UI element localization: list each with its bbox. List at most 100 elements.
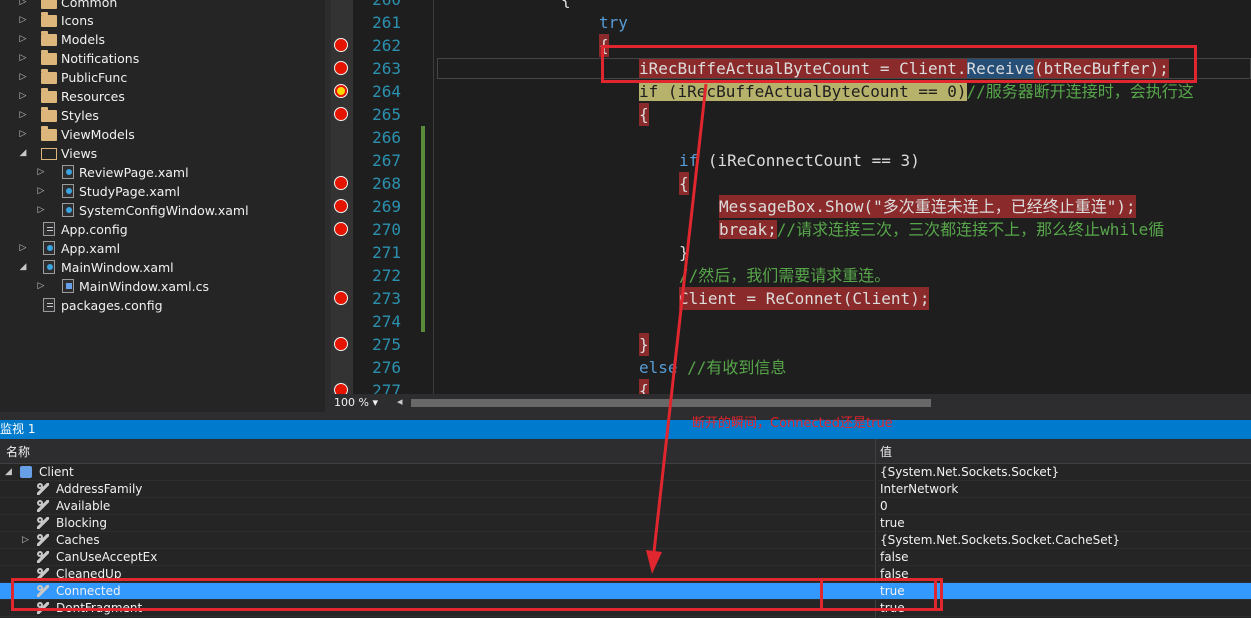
horizontal-scrollbar-thumb[interactable] bbox=[411, 399, 931, 407]
watch-row-canuseacceptex[interactable]: CanUseAcceptEx false bbox=[0, 549, 1251, 566]
watch-row-client[interactable]: ◢ Client {System.Net.Sockets.Socket} bbox=[0, 464, 1251, 481]
wrench-icon bbox=[37, 483, 49, 495]
code-line-261: try bbox=[599, 13, 628, 32]
chevron-right-icon[interactable]: ▷ bbox=[18, 239, 28, 258]
line-number: 272 bbox=[372, 266, 401, 285]
zoom-dropdown[interactable]: 100 % ▾ bbox=[334, 395, 378, 411]
cs-file-icon bbox=[62, 279, 74, 293]
folder-open-icon bbox=[41, 148, 57, 160]
xaml-file-icon bbox=[43, 260, 55, 274]
chevron-down-icon[interactable]: ◢ bbox=[5, 464, 12, 481]
wrench-icon bbox=[37, 517, 49, 529]
line-number: 261 bbox=[372, 13, 401, 32]
annotation-box-receive bbox=[601, 45, 1197, 83]
chevron-right-icon[interactable]: ▷ bbox=[18, 87, 28, 106]
line-number: 274 bbox=[372, 312, 401, 331]
chevron-right-icon[interactable]: ▷ bbox=[18, 30, 28, 49]
code-line-277: { bbox=[639, 379, 649, 394]
line-number: 276 bbox=[372, 358, 401, 377]
private-wrench-icon bbox=[37, 551, 49, 563]
line-number: 260 bbox=[353, 0, 401, 11]
code-line-271: } bbox=[679, 243, 689, 262]
chevron-down-icon[interactable]: ◢ bbox=[18, 258, 28, 277]
line-number: 265 bbox=[372, 105, 401, 124]
folder-icon bbox=[41, 107, 57, 122]
line-number: 264 bbox=[372, 82, 401, 101]
code-line-270: break;//请求连接三次，三次都连接不上，那么终止while循 bbox=[719, 220, 1165, 239]
code-line-275: } bbox=[639, 333, 649, 356]
chevron-right-icon[interactable]: ▷ bbox=[18, 49, 28, 68]
breakpoint-icon[interactable] bbox=[334, 291, 348, 305]
chevron-down-icon[interactable]: ◢ bbox=[18, 144, 28, 163]
folder-icon bbox=[41, 12, 57, 27]
column-header-value[interactable]: 值 bbox=[880, 443, 892, 460]
line-number: 277 bbox=[372, 381, 401, 394]
annotation-text: 断开的瞬间，Connected还是true bbox=[692, 416, 893, 431]
code-line-260: { bbox=[561, 0, 571, 11]
chevron-right-icon[interactable]: ▷ bbox=[22, 532, 29, 549]
breakpoint-icon[interactable] bbox=[334, 337, 348, 351]
breakpoint-icon[interactable] bbox=[334, 38, 348, 52]
xaml-file-icon bbox=[62, 203, 74, 217]
chevron-right-icon[interactable]: ▷ bbox=[18, 11, 28, 30]
watch-row-blocking[interactable]: Blocking true bbox=[0, 515, 1251, 532]
breakpoint-icon[interactable] bbox=[334, 176, 348, 190]
xaml-file-icon bbox=[43, 241, 55, 255]
chevron-right-icon[interactable]: ▷ bbox=[18, 68, 28, 87]
chevron-right-icon[interactable]: ▷ bbox=[36, 277, 46, 296]
watch-row-addressfamily[interactable]: AddressFamily InterNetwork bbox=[0, 481, 1251, 498]
line-number: 267 bbox=[372, 151, 401, 170]
folder-icon bbox=[41, 126, 57, 141]
watch-window-title[interactable]: 监视 1 bbox=[0, 420, 1251, 439]
breakpoint-gutter[interactable] bbox=[331, 0, 353, 394]
chevron-right-icon[interactable]: ▷ bbox=[36, 182, 46, 201]
code-line-276: else //有收到信息 bbox=[639, 358, 787, 377]
code-line-264: if (iRecBuffeActualByteCount == 0)//服务器断… bbox=[639, 82, 1194, 101]
line-number: 262 bbox=[372, 36, 401, 55]
line-number: 269 bbox=[372, 197, 401, 216]
line-number: 266 bbox=[372, 128, 401, 147]
current-statement-icon[interactable] bbox=[334, 84, 348, 98]
watch-title-text: 监视 1 bbox=[0, 422, 36, 436]
outline-margin bbox=[433, 0, 434, 394]
folder-icon bbox=[41, 88, 57, 103]
chevron-down-icon: ▾ bbox=[372, 396, 378, 409]
breakpoint-icon[interactable] bbox=[334, 199, 348, 213]
solution-explorer: ▷ Common ▷ Icons ▷ Models ▷ Notification… bbox=[0, 0, 325, 412]
chevron-right-icon[interactable]: ▷ bbox=[36, 163, 46, 182]
annotation-box-connected-value bbox=[820, 578, 937, 611]
line-number: 271 bbox=[372, 243, 401, 262]
folder-icon bbox=[41, 0, 57, 9]
change-tracking-bar bbox=[421, 126, 425, 332]
breakpoint-icon[interactable] bbox=[334, 383, 348, 394]
editor-status-bar: 100 % ▾ ◂ bbox=[331, 394, 1251, 412]
scroll-left-icon[interactable]: ◂ bbox=[397, 395, 403, 408]
config-file-icon bbox=[43, 298, 55, 312]
code-line-269: MessageBox.Show("多次重连未连上，已经终止重连"); bbox=[719, 195, 1136, 218]
chevron-right-icon[interactable]: ▷ bbox=[18, 125, 28, 144]
watch-row-available[interactable]: Available 0 bbox=[0, 498, 1251, 515]
line-number: 275 bbox=[372, 335, 401, 354]
line-number: 273 bbox=[372, 289, 401, 308]
breakpoint-icon[interactable] bbox=[334, 222, 348, 236]
code-line-268: { bbox=[679, 172, 689, 195]
chevron-right-icon[interactable]: ▷ bbox=[36, 201, 46, 220]
column-header-name[interactable]: 名称 bbox=[6, 443, 30, 460]
config-file-icon bbox=[43, 222, 55, 236]
watch-header: 名称 值 bbox=[0, 439, 1251, 464]
breakpoint-icon[interactable] bbox=[334, 107, 348, 121]
socket-icon bbox=[20, 466, 32, 478]
chevron-right-icon[interactable]: ▷ bbox=[18, 106, 28, 125]
line-number: 270 bbox=[372, 220, 401, 239]
folder-icon bbox=[41, 31, 57, 46]
code-line-272: //然后，我们需要请求重连。 bbox=[679, 266, 891, 285]
code-line-267: if (iReConnectCount == 3) bbox=[679, 151, 920, 170]
current-statement: if (iRecBuffeActualByteCount == 0) bbox=[639, 82, 967, 101]
breakpoint-icon[interactable] bbox=[334, 61, 348, 75]
code-line-273: Client = ReConnet(Client); bbox=[679, 287, 930, 310]
xaml-file-icon bbox=[62, 184, 74, 198]
code-line-265: { bbox=[639, 103, 649, 126]
line-number: 268 bbox=[372, 174, 401, 193]
panel-splitter-horizontal[interactable] bbox=[0, 412, 1251, 420]
watch-row-caches[interactable]: ▷ Caches {System.Net.Sockets.Socket.Cach… bbox=[0, 532, 1251, 549]
